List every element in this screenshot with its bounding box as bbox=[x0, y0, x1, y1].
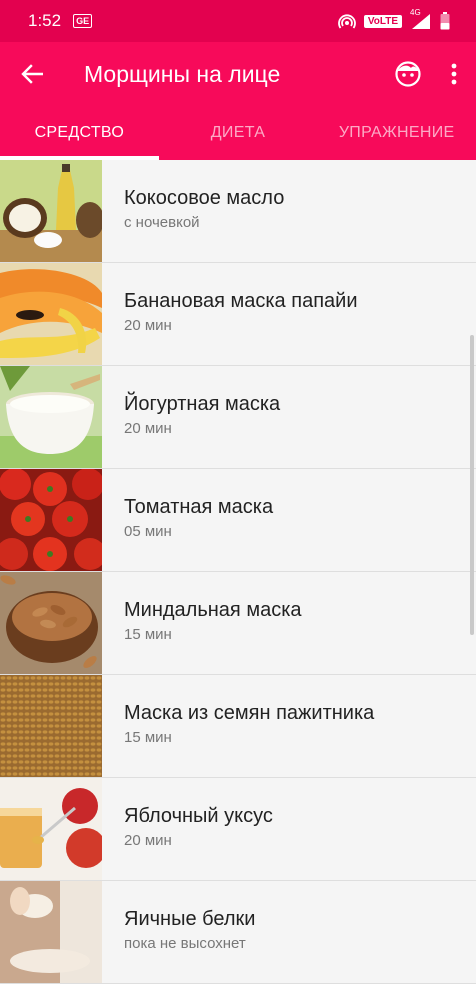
fenugreek-seeds-image bbox=[0, 675, 102, 777]
item-duration: 20 мин bbox=[124, 420, 172, 437]
list-item[interactable]: Кокосовое масло с ночевкой bbox=[0, 160, 476, 263]
list-item[interactable]: Банановая маска папайи 20 мин bbox=[0, 263, 476, 366]
item-title: Йогуртная маска bbox=[124, 393, 281, 415]
status-time: 1:52 bbox=[28, 11, 62, 30]
face-button[interactable] bbox=[384, 50, 432, 98]
item-duration: 20 мин bbox=[124, 832, 172, 849]
item-title: Томатная маска bbox=[124, 496, 274, 518]
item-duration: 15 мин bbox=[124, 729, 172, 746]
signal-icon: 4G bbox=[410, 8, 432, 30]
tab-bar: СРЕДСТВО ДИЕТА УПРАЖНЕНИЕ bbox=[0, 106, 476, 160]
item-duration: 15 мин bbox=[124, 626, 172, 643]
more-vert-icon bbox=[451, 63, 457, 85]
item-title: Яичные белки bbox=[124, 908, 256, 930]
item-title: Миндальная маска bbox=[124, 599, 302, 621]
network-type: 4G bbox=[410, 8, 421, 17]
coconut-oil-image bbox=[0, 160, 102, 262]
back-button[interactable] bbox=[0, 42, 64, 106]
item-title: Маска из семян пажитника bbox=[124, 702, 375, 724]
item-duration: с ночевкой bbox=[124, 214, 200, 231]
item-duration: 05 мин bbox=[124, 523, 172, 540]
page-title: Морщины на лице bbox=[84, 60, 281, 87]
yogurt-image bbox=[0, 366, 102, 468]
notification-badge-icon: GE bbox=[73, 14, 93, 28]
arrow-back-icon bbox=[21, 64, 43, 84]
app-bar: Морщины на лице bbox=[0, 42, 476, 106]
face-icon bbox=[395, 61, 421, 87]
tomatoes-image bbox=[0, 469, 102, 571]
item-title: Банановая маска папайи bbox=[124, 290, 358, 312]
list-item[interactable]: Яблочный уксус 20 мин bbox=[0, 778, 476, 881]
scrollbar[interactable] bbox=[470, 335, 474, 635]
battery-icon bbox=[440, 12, 450, 30]
apple-vinegar-image bbox=[0, 778, 102, 880]
list-item[interactable]: Яичные белки пока не высохнет bbox=[0, 881, 476, 984]
item-duration: 20 мин bbox=[124, 317, 172, 334]
item-duration: пока не высохнет bbox=[124, 935, 246, 952]
more-options-button[interactable] bbox=[432, 50, 476, 98]
almonds-image bbox=[0, 572, 102, 674]
hotspot-icon bbox=[337, 14, 356, 29]
tab-diet[interactable]: ДИЕТА bbox=[159, 106, 318, 160]
list-item[interactable]: Миндальная маска 15 мин bbox=[0, 572, 476, 675]
item-title: Кокосовое масло bbox=[124, 187, 285, 209]
papaya-banana-image bbox=[0, 263, 102, 365]
tab-remedy[interactable]: СРЕДСТВО bbox=[0, 106, 159, 160]
list-item[interactable]: Маска из семян пажитника 15 мин bbox=[0, 675, 476, 778]
list-item[interactable]: Томатная маска 05 мин bbox=[0, 469, 476, 572]
egg-whites-image bbox=[0, 881, 102, 983]
remedy-list: Кокосовое масло с ночевкой Банановая мас… bbox=[0, 160, 476, 984]
volte-icon: VoLTE bbox=[363, 14, 402, 28]
status-bar: 1:52 GE VoLTE 4G bbox=[0, 0, 476, 42]
item-title: Яблочный уксус bbox=[124, 805, 273, 827]
list-item[interactable]: Йогуртная маска 20 мин bbox=[0, 366, 476, 469]
tab-exercise[interactable]: УПРАЖНЕНИЕ bbox=[317, 106, 476, 160]
